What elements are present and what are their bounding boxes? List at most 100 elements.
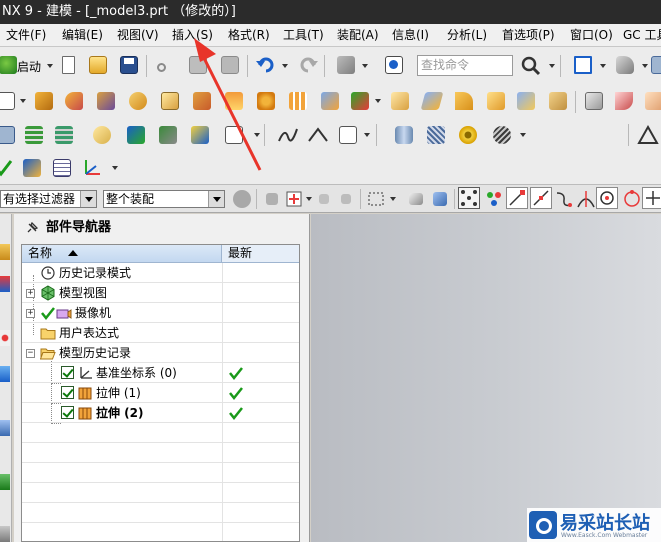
sketch-icon[interactable] (0, 89, 18, 113)
spring-icon[interactable] (424, 123, 448, 147)
move-face-icon[interactable] (348, 89, 372, 113)
command-search-input[interactable]: 查找命令 (417, 55, 513, 76)
collapse-minus-icon[interactable]: − (26, 349, 35, 358)
tree-row-model-views[interactable]: + 模型视图 (22, 283, 299, 303)
shaded-view-icon[interactable] (613, 53, 637, 77)
menu-file[interactable]: 文件(F) (6, 24, 46, 46)
menu-tools[interactable]: 工具(T) (283, 24, 324, 46)
snap-endpoint-toggle[interactable] (506, 187, 528, 209)
boss-icon[interactable] (126, 89, 150, 113)
wcs-icon[interactable] (90, 123, 114, 147)
tree-row-extrude-2[interactable]: 拉伸 (2) (22, 403, 299, 423)
chevron-down-icon[interactable] (80, 191, 96, 207)
assembly-filter-icon[interactable] (230, 187, 254, 211)
constraint-navigator-tab-icon[interactable] (0, 330, 10, 346)
pad-icon[interactable] (190, 89, 214, 113)
spreadsheet-icon[interactable] (50, 156, 74, 180)
move-face-dropdown-icon[interactable] (375, 99, 381, 103)
snap-curve-icon[interactable] (552, 187, 576, 211)
web-browser-tab-icon[interactable] (0, 420, 10, 436)
menu-view[interactable]: 视图(V) (117, 24, 159, 46)
search-icon[interactable] (517, 53, 545, 79)
coordinate-icon[interactable] (80, 156, 104, 180)
snap-grid-toggle[interactable] (458, 187, 480, 209)
tree-row-extrude-1[interactable]: 拉伸 (1) (22, 383, 299, 403)
start-dropdown-icon[interactable] (47, 64, 53, 68)
surface-extra-icon[interactable] (642, 89, 661, 113)
redo-icon[interactable] (296, 53, 320, 77)
menu-preferences[interactable]: 首选项(P) (502, 24, 555, 46)
system-materials-tab-icon[interactable] (0, 526, 10, 542)
shell-icon[interactable] (514, 89, 538, 113)
chamfer-icon[interactable] (484, 89, 508, 113)
sketch-dropdown-icon[interactable] (20, 99, 26, 103)
snap-intersection-icon[interactable] (574, 187, 598, 211)
search-dropdown-icon[interactable] (549, 64, 555, 68)
pocket-icon[interactable] (158, 89, 182, 113)
surface-icon[interactable] (612, 89, 636, 113)
start-button[interactable]: 启动 (17, 58, 41, 75)
tree-row-model-history[interactable]: − 模型历史记录 (22, 343, 299, 363)
snap-center-toggle[interactable] (596, 187, 618, 209)
dimension-dropdown-icon[interactable] (364, 133, 370, 137)
expand-plus-icon[interactable]: + (26, 309, 35, 318)
rectangle-select-dropdown-icon[interactable] (390, 197, 396, 201)
tree-row-datum-csys[interactable]: 基准坐标系 (0) (22, 363, 299, 383)
menu-assembly[interactable]: 装配(A) (337, 24, 379, 46)
triangle-icon[interactable] (636, 123, 660, 147)
trim-body-icon[interactable] (546, 89, 570, 113)
display-settings-icon[interactable] (648, 53, 661, 77)
snap-point-on-face-toggle[interactable] (642, 187, 661, 209)
expand-plus-icon[interactable]: + (26, 289, 35, 298)
assembly-constraint-icon[interactable] (124, 123, 148, 147)
feature-visibility-checkbox[interactable] (61, 366, 74, 379)
selection-scope-select[interactable]: 整个装配 (103, 190, 225, 208)
open-folder-icon[interactable] (86, 53, 110, 77)
fit-view-icon[interactable] (571, 53, 595, 77)
undo-dropdown-icon[interactable] (282, 64, 288, 68)
feature-visibility-checkbox[interactable] (61, 406, 74, 419)
surface-curve-icon[interactable] (306, 123, 330, 147)
pattern-face-icon[interactable] (286, 89, 310, 113)
annotation-dropdown-icon[interactable] (254, 133, 260, 137)
menu-edit[interactable]: 编辑(E) (62, 24, 103, 46)
groove-icon[interactable] (222, 89, 246, 113)
history-tab-icon[interactable] (0, 474, 10, 490)
repeat-dropdown-icon[interactable] (362, 64, 368, 68)
menu-gc-tools[interactable]: GC 工具 (623, 24, 661, 46)
snap-midpoint-toggle[interactable] (530, 187, 552, 209)
reuse-library-tab-icon[interactable] (0, 366, 10, 382)
menu-insert[interactable]: 插入(S) (172, 24, 213, 46)
edge-blend-icon[interactable] (452, 89, 476, 113)
component-icon[interactable] (188, 123, 212, 147)
face-filter-icon[interactable] (428, 187, 452, 211)
menu-analysis[interactable]: 分析(L) (447, 24, 487, 46)
hammer-icon[interactable] (156, 123, 180, 147)
rectangle-select-icon[interactable] (364, 187, 388, 211)
snap-end-icon[interactable] (312, 187, 336, 211)
column-name-header[interactable]: 名称 (22, 245, 222, 262)
cylinder-icon[interactable] (392, 123, 416, 147)
curve-icon[interactable] (276, 123, 300, 147)
type-filter-select[interactable]: 有选择过滤器 (0, 190, 97, 208)
dimension-icon[interactable] (336, 123, 360, 147)
snap-mid-icon[interactable] (334, 187, 358, 211)
layer-settings-icon[interactable] (52, 123, 76, 147)
assembly-navigator-tab-icon[interactable] (0, 276, 10, 292)
new-file-icon[interactable] (56, 53, 80, 77)
undo-icon[interactable] (254, 53, 278, 77)
general-select-icon[interactable] (260, 187, 284, 211)
offset-face-icon[interactable] (582, 89, 606, 113)
column-recent-header[interactable]: 最新 (228, 245, 252, 262)
copy-icon[interactable] (186, 53, 210, 77)
fit-view-dropdown-icon[interactable] (600, 64, 606, 68)
extrude-icon[interactable] (32, 89, 56, 113)
menu-format[interactable]: 格式(R) (228, 24, 270, 46)
assembly-nav-icon[interactable] (20, 156, 44, 180)
hole-icon[interactable] (94, 89, 118, 113)
pattern-feature-icon[interactable] (254, 89, 278, 113)
coordinate-dropdown-icon[interactable] (112, 166, 118, 170)
cut-icon[interactable] (154, 53, 178, 77)
snap-multi-icon[interactable] (482, 187, 506, 211)
check-icon[interactable] (0, 156, 16, 180)
